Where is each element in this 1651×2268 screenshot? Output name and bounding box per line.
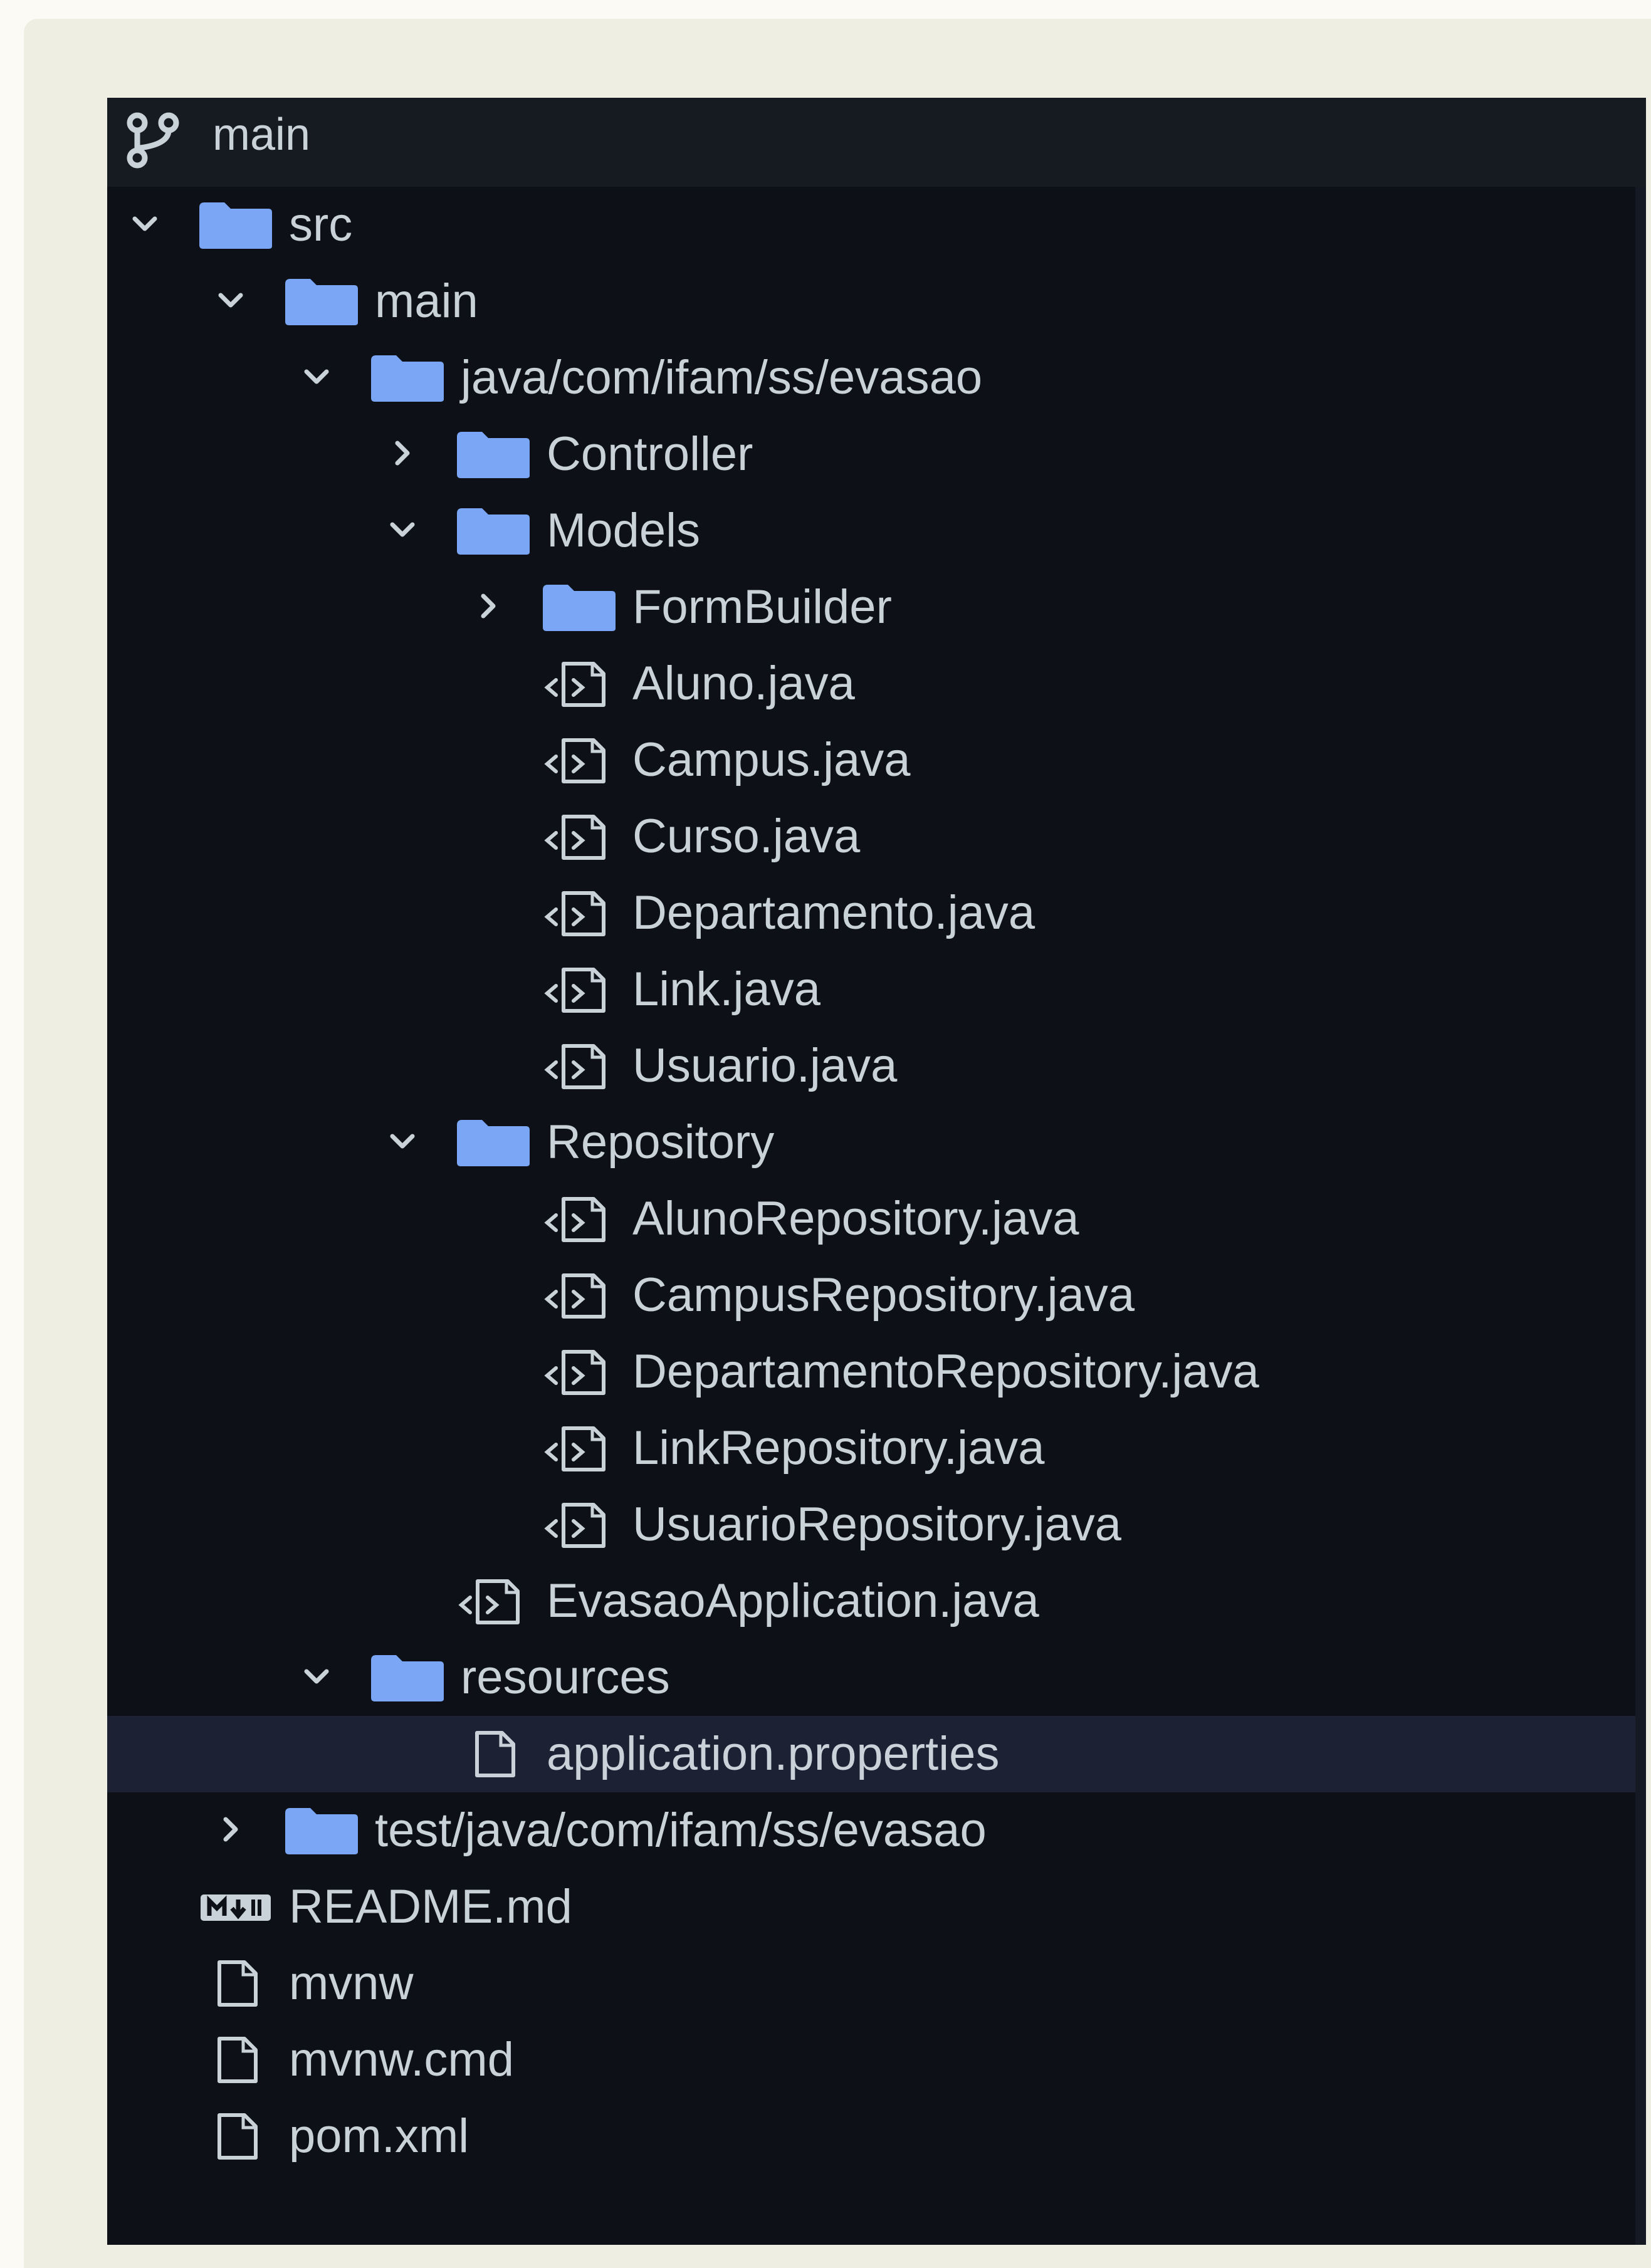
tree-file-row[interactable]: Departamento.java [107, 875, 1638, 951]
file-icon [218, 2037, 258, 2083]
folder-name: Controller [547, 427, 753, 481]
folder-name: main [375, 274, 478, 328]
java-file-icon [544, 815, 605, 860]
tree-file-row[interactable]: mvnw [107, 1945, 1638, 2022]
tree-file-row[interactable]: UsuarioRepository.java [107, 1487, 1638, 1563]
folder-name: Repository [547, 1116, 775, 1169]
tree-folder-row[interactable]: java/com/ifam/ss/evasao [107, 340, 1638, 416]
tree-file-row[interactable]: application.properties [107, 1716, 1638, 1792]
file-icon [475, 1731, 515, 1777]
tree-file-row[interactable]: LinkRepository.java [107, 1410, 1638, 1487]
tree-folder-row[interactable]: test/java/com/ifam/ss/evasao [107, 1792, 1638, 1869]
chevron-down-icon [132, 216, 157, 231]
chevron-right-icon [395, 441, 410, 466]
tree-file-row[interactable]: EvasaoApplication.java [107, 1563, 1638, 1639]
chevron-down-icon [218, 293, 243, 308]
branch-header[interactable]: main [107, 98, 1646, 187]
tree-folder-row[interactable]: src [107, 187, 1638, 263]
file-name: Campus.java [632, 733, 911, 786]
folder-name: java/com/ifam/ss/evasao [461, 351, 983, 404]
folder-name: src [289, 198, 353, 251]
tree-folder-row[interactable]: Models [107, 493, 1638, 569]
file-name: UsuarioRepository.java [632, 1498, 1122, 1551]
file-name: pom.xml [289, 2109, 469, 2163]
tree-file-row[interactable]: DepartamentoRepository.java [107, 1334, 1638, 1410]
folder-icon [285, 1808, 358, 1854]
file-name: Usuario.java [632, 1039, 898, 1092]
file-name: Departamento.java [632, 886, 1035, 939]
screenshot-frame: main src main java/com/ifam/ss/evasao Contr… [24, 19, 1651, 2268]
chevron-down-icon [304, 1669, 329, 1684]
file-name: EvasaoApplication.java [547, 1574, 1039, 1628]
tree-file-row[interactable]: Usuario.java [107, 1028, 1638, 1104]
folder-icon [285, 279, 358, 325]
file-icon [218, 1960, 258, 2007]
folder-icon [199, 202, 272, 249]
tree-file-row[interactable]: AlunoRepository.java [107, 1181, 1638, 1257]
tree-file-row[interactable]: Campus.java [107, 722, 1638, 798]
folder-icon [457, 1120, 530, 1166]
file-name: application.properties [547, 1727, 1000, 1780]
java-file-icon [544, 1426, 605, 1471]
tree-file-row[interactable]: README.md [107, 1869, 1638, 1945]
file-icon [218, 2113, 258, 2160]
file-name: AlunoRepository.java [632, 1192, 1079, 1245]
file-explorer-panel: main src main java/com/ifam/ss/evasao Contr… [107, 98, 1646, 2245]
java-file-icon [544, 738, 605, 783]
java-file-icon [544, 1350, 605, 1395]
file-name: LinkRepository.java [632, 1421, 1045, 1475]
folder-icon [371, 1655, 444, 1701]
chevron-right-icon [223, 1817, 238, 1842]
tree-file-row[interactable]: Aluno.java [107, 645, 1638, 722]
tree-folder-row[interactable]: resources [107, 1639, 1638, 1716]
java-file-icon [544, 662, 605, 707]
folder-name: resources [461, 1651, 670, 1704]
chevron-down-icon [390, 1134, 415, 1149]
folder-name: Models [547, 504, 700, 557]
chevron-down-icon [390, 522, 415, 537]
tree-folder-row[interactable]: main [107, 263, 1638, 340]
tree-file-row[interactable]: mvnw.cmd [107, 2022, 1638, 2098]
panel-edge [1635, 187, 1646, 2245]
tree-file-row[interactable]: Link.java [107, 951, 1638, 1028]
file-name: CampusRepository.java [632, 1268, 1135, 1322]
file-name: Curso.java [632, 810, 861, 863]
tree-folder-row[interactable]: Repository [107, 1104, 1638, 1181]
java-file-icon [544, 1044, 605, 1089]
file-name: mvnw.cmd [289, 2033, 514, 2086]
folder-icon [371, 355, 444, 402]
markdown-icon [201, 1894, 271, 1921]
file-name: DepartamentoRepository.java [632, 1345, 1259, 1398]
file-name: Aluno.java [632, 657, 855, 710]
file-name: Link.java [632, 963, 820, 1016]
folder-name: test/java/com/ifam/ss/evasao [375, 1804, 987, 1857]
file-name: mvnw [289, 1957, 414, 2010]
tree-file-row[interactable]: CampusRepository.java [107, 1257, 1638, 1334]
java-file-icon [544, 1503, 605, 1548]
java-file-icon [544, 891, 605, 936]
folder-icon [457, 432, 530, 478]
java-file-icon [458, 1579, 520, 1624]
tree-folder-row[interactable]: Controller [107, 416, 1638, 493]
tree-file-row[interactable]: Curso.java [107, 798, 1638, 875]
tree-file-row[interactable]: pom.xml [107, 2098, 1638, 2175]
file-name: README.md [289, 1880, 572, 1933]
java-file-icon [544, 1273, 605, 1319]
folder-name: FormBuilder [632, 580, 892, 634]
folder-icon [457, 508, 530, 555]
folder-icon [543, 585, 616, 631]
tree-folder-row[interactable]: FormBuilder [107, 569, 1638, 645]
java-file-icon [544, 1197, 605, 1242]
java-file-icon [544, 968, 605, 1013]
chevron-down-icon [304, 369, 329, 384]
branch-name: main [212, 110, 311, 160]
git-branch-icon [127, 112, 179, 169]
chevron-right-icon [481, 593, 496, 619]
